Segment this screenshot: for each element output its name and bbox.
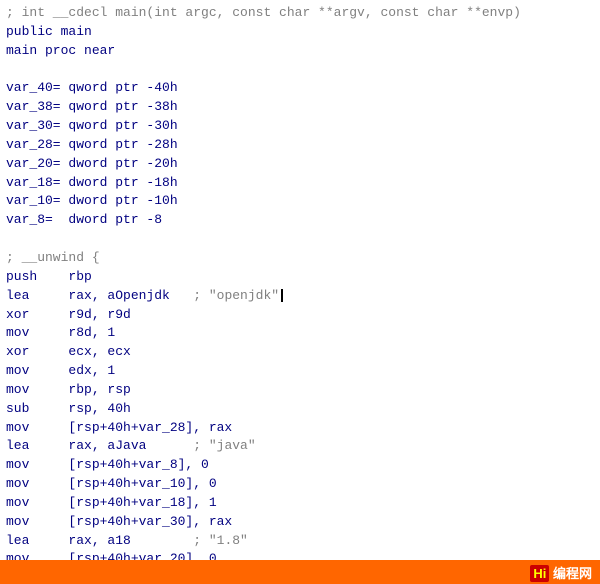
logo-text: 编程网 xyxy=(553,566,592,581)
code-line: var_8= dword ptr -8 xyxy=(6,211,594,230)
code-line xyxy=(6,230,594,249)
code-line: var_10= dword ptr -10h xyxy=(6,192,594,211)
code-text: mov [rsp+40h+var_8], 0 xyxy=(6,457,209,472)
code-text: sub rsp, 40h xyxy=(6,401,131,416)
code-text: lea rax, a18 xyxy=(6,533,193,548)
code-line: mov r8d, 1 xyxy=(6,324,594,343)
code-text: var_30= qword ptr -30h xyxy=(6,118,178,133)
code-line: mov [rsp+40h+var_8], 0 xyxy=(6,456,594,475)
text-cursor xyxy=(281,289,283,302)
code-text: mov rbp, rsp xyxy=(6,382,131,397)
code-text: main proc near xyxy=(6,43,115,58)
code-text: var_28= qword ptr -28h xyxy=(6,137,178,152)
comment-text: ; __unwind { xyxy=(6,250,100,265)
code-text: var_8= dword ptr -8 xyxy=(6,212,162,227)
code-text: var_20= dword ptr -20h xyxy=(6,156,178,171)
code-line: xor r9d, r9d xyxy=(6,306,594,325)
code-text: var_10= dword ptr -10h xyxy=(6,193,178,208)
code-text: mov [rsp+40h+var_30], rax xyxy=(6,514,232,529)
code-line: main proc near xyxy=(6,42,594,61)
code-line: lea rax, a18 ; "1.8" xyxy=(6,532,594,551)
code-line: ; int __cdecl main(int argc, const char … xyxy=(6,4,594,23)
code-text: mov [rsp+40h+var_10], 0 xyxy=(6,476,217,491)
comment-text: ; "1.8" xyxy=(193,533,248,548)
code-line: lea rax, aOpenjdk ; "openjdk" xyxy=(6,287,594,306)
code-line: mov rbp, rsp xyxy=(6,381,594,400)
code-line: mov [rsp+40h+var_10], 0 xyxy=(6,475,594,494)
comment-text: ; "java" xyxy=(193,438,255,453)
code-text: mov [rsp+40h+var_18], 1 xyxy=(6,495,217,510)
code-line: var_28= qword ptr -28h xyxy=(6,136,594,155)
footer-bar: Hi 编程网 xyxy=(0,560,600,584)
code-text: mov edx, 1 xyxy=(6,363,115,378)
code-text: mov [rsp+40h+var_20], 0 xyxy=(6,551,217,560)
code-text: public main xyxy=(6,24,92,39)
code-line: xor ecx, ecx xyxy=(6,343,594,362)
code-line: sub rsp, 40h xyxy=(6,400,594,419)
code-text: xor r9d, r9d xyxy=(6,307,131,322)
footer-logo: Hi 编程网 xyxy=(530,563,592,582)
code-line: mov [rsp+40h+var_18], 1 xyxy=(6,494,594,513)
code-text: var_18= dword ptr -18h xyxy=(6,175,178,190)
code-container: ; int __cdecl main(int argc, const char … xyxy=(0,0,600,560)
code-line xyxy=(6,61,594,80)
code-line: lea rax, aJava ; "java" xyxy=(6,437,594,456)
code-line: var_38= qword ptr -38h xyxy=(6,98,594,117)
code-line: public main xyxy=(6,23,594,42)
code-text: var_38= qword ptr -38h xyxy=(6,99,178,114)
code-line: var_40= qword ptr -40h xyxy=(6,79,594,98)
logo-badge: Hi xyxy=(530,565,549,582)
code-line: mov [rsp+40h+var_30], rax xyxy=(6,513,594,532)
code-line: var_30= qword ptr -30h xyxy=(6,117,594,136)
code-text: lea rax, aJava xyxy=(6,438,193,453)
code-text: mov r8d, 1 xyxy=(6,325,115,340)
code-line: push rbp xyxy=(6,268,594,287)
code-text: xor ecx, ecx xyxy=(6,344,131,359)
code-line: mov [rsp+40h+var_28], rax xyxy=(6,419,594,438)
code-text: mov [rsp+40h+var_28], rax xyxy=(6,420,232,435)
code-line: var_20= dword ptr -20h xyxy=(6,155,594,174)
code-line: ; __unwind { xyxy=(6,249,594,268)
code-text: lea rax, aOpenjdk xyxy=(6,288,193,303)
comment-text: ; "openjdk" xyxy=(193,288,279,303)
code-text: push rbp xyxy=(6,269,92,284)
comment-text: ; int __cdecl main(int argc, const char … xyxy=(6,5,521,20)
code-line: var_18= dword ptr -18h xyxy=(6,174,594,193)
code-line: mov edx, 1 xyxy=(6,362,594,381)
code-text: var_40= qword ptr -40h xyxy=(6,80,178,95)
code-line: mov [rsp+40h+var_20], 0 xyxy=(6,550,594,560)
